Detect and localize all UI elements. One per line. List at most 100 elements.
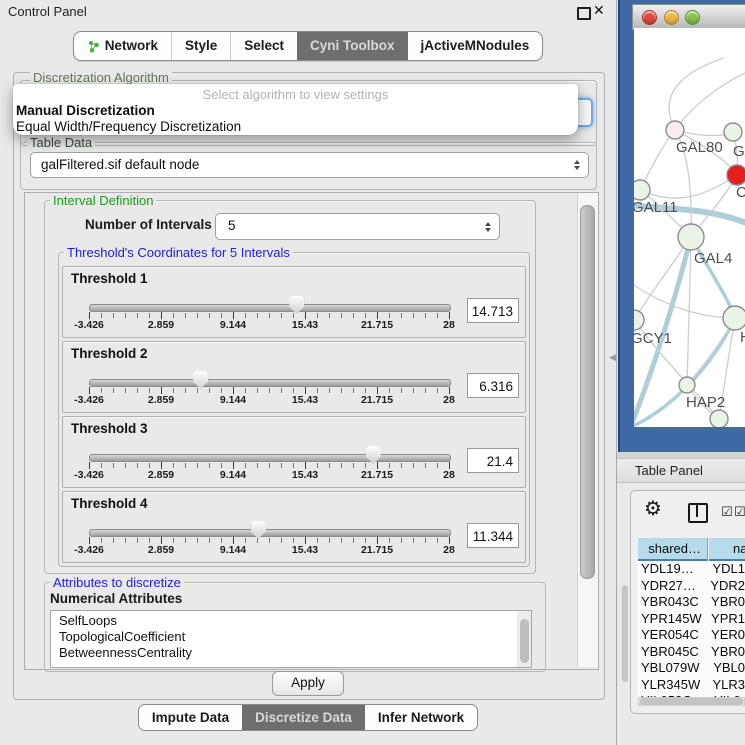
threshold-slider-track[interactable] <box>89 529 451 537</box>
attribute-item[interactable]: SelfLoops <box>59 613 531 629</box>
cell-shared-name[interactable]: YLR345W <box>638 677 707 694</box>
cell-shared-name[interactable]: YER054C <box>638 627 706 644</box>
network-node[interactable] <box>678 224 704 250</box>
network-node-label: GA <box>733 143 745 160</box>
checkbox-icon[interactable]: ☑ <box>734 505 745 518</box>
cell-name[interactable]: YBR0 <box>706 644 745 661</box>
network-canvas[interactable]: GAL80GACGAL11GAL4GCY1HHAP2 <box>634 28 745 427</box>
slider-major-tick <box>305 387 306 394</box>
split-columns-icon[interactable] <box>688 503 708 523</box>
threshold-section: Threshold 4 -3.4262.8599.14415.4321.7152… <box>62 491 526 563</box>
zoom-traffic-light-icon[interactable] <box>685 10 700 25</box>
cell-name[interactable]: YLR3 <box>707 677 745 694</box>
tab-style[interactable]: Style <box>171 32 230 60</box>
slider-major-tick <box>449 387 450 394</box>
splitpane-collapse-arrow-icon[interactable]: ◀ <box>609 352 616 363</box>
threshold-slider-track[interactable] <box>89 304 451 312</box>
tick-label: 21.715 <box>361 319 393 331</box>
float-window-icon[interactable] <box>577 7 591 20</box>
table-row[interactable]: YDR27…YDR2 <box>638 578 745 595</box>
threshold-value-field[interactable]: 6.316 <box>467 373 519 398</box>
threshold-value-field[interactable]: 11.344 <box>467 523 519 548</box>
tick-label: -3.426 <box>74 394 104 406</box>
network-node[interactable] <box>727 165 745 185</box>
network-node[interactable] <box>634 310 644 330</box>
slider-major-tick <box>161 537 162 544</box>
network-node-label: GAL80 <box>676 139 723 156</box>
network-node[interactable] <box>679 377 695 393</box>
close-traffic-light-icon[interactable] <box>642 10 657 25</box>
table-row[interactable]: YPR145WYPR1 <box>638 611 745 628</box>
threshold-value-field[interactable]: 21.4 <box>467 448 519 473</box>
table-data-combobox[interactable]: galFiltered.sif default node <box>30 152 589 178</box>
attributes-scrollbar-thumb[interactable] <box>520 619 529 663</box>
table-row[interactable]: YLR345WYLR3 <box>638 677 745 694</box>
table-row[interactable]: YBR045CYBR0 <box>638 644 745 661</box>
threshold-label: Threshold 3 <box>71 421 148 436</box>
cell-shared-name[interactable]: YDR27… <box>638 578 705 595</box>
slider-major-tick <box>233 462 234 469</box>
tick-label: -3.426 <box>74 544 104 556</box>
cell-name[interactable]: YDR2 <box>705 578 745 595</box>
attribute-item[interactable]: BetweennessCentrality <box>59 645 531 661</box>
cell-name[interactable]: YBL0 <box>708 660 745 677</box>
tick-label: 15.43 <box>292 469 318 481</box>
cell-name[interactable]: YER0 <box>706 627 745 644</box>
table-row[interactable]: YBR043CYBR0 <box>638 594 745 611</box>
apply-button[interactable]: Apply <box>272 671 344 696</box>
table-row[interactable]: YDL19…YDL1 <box>638 561 745 578</box>
network-node[interactable] <box>723 306 745 330</box>
tab-impute-data-label: Impute Data <box>152 705 229 730</box>
algorithm-option-manual[interactable]: Manual Discretization <box>16 103 155 118</box>
threshold-slider-track[interactable] <box>89 454 451 462</box>
threshold-value-field[interactable]: 14.713 <box>467 298 519 323</box>
table-row[interactable]: YBL079WYBL0 <box>638 660 745 677</box>
tab-network[interactable]: Network <box>74 32 171 60</box>
cell-shared-name[interactable]: YBL079W <box>638 660 708 677</box>
cell-name[interactable]: YPR1 <box>706 611 745 628</box>
slider-major-tick <box>89 387 90 394</box>
table-hscrollbar-thumb[interactable] <box>640 698 743 705</box>
num-intervals-value: 5 <box>228 214 236 238</box>
algorithm-option-equal-width[interactable]: Equal Width/Frequency Discretization <box>16 119 241 134</box>
numerical-attributes-list[interactable]: SelfLoopsTopologicalCoefficientBetweenne… <box>50 610 532 668</box>
cell-shared-name[interactable]: YBR043C <box>638 594 706 611</box>
slider-major-tick <box>161 462 162 469</box>
network-node[interactable] <box>666 121 684 139</box>
column-header-shared[interactable]: shared… <box>638 538 708 561</box>
tab-cyni-toolbox[interactable]: Cyni Toolbox <box>297 32 408 60</box>
settings-scrollbar-thumb[interactable] <box>580 205 595 579</box>
threshold-label: Threshold 1 <box>71 271 148 286</box>
tab-discretize-data[interactable]: Discretize Data <box>242 705 365 730</box>
threshold-slider-track[interactable] <box>89 379 451 387</box>
checkbox-icon[interactable]: ☑ <box>721 505 733 518</box>
cell-name[interactable]: YDL1 <box>707 561 745 578</box>
num-intervals-label: Number of Intervals <box>85 217 212 232</box>
num-intervals-spinner[interactable]: 5 <box>215 213 500 240</box>
cell-shared-name[interactable]: YPR145W <box>638 611 706 628</box>
network-node[interactable] <box>724 123 742 141</box>
close-icon[interactable]: ✕ <box>593 2 605 19</box>
threshold-section: Threshold 2 -3.4262.8599.14415.4321.7152… <box>62 341 526 413</box>
column-header-name[interactable]: name <box>709 538 745 561</box>
network-window-titlebar[interactable] <box>632 4 745 30</box>
slider-minor-ticks <box>89 388 450 393</box>
network-node[interactable] <box>634 180 650 200</box>
network-node[interactable] <box>710 410 728 427</box>
cell-shared-name[interactable]: YBR045C <box>638 644 706 661</box>
table-row[interactable]: YER054CYER0 <box>638 627 745 644</box>
interval-definition-label: Interval Definition <box>50 193 156 208</box>
minimize-traffic-light-icon[interactable] <box>664 10 679 25</box>
panel-scrollbar-thumb[interactable] <box>622 585 628 682</box>
gear-icon[interactable]: ⚙ <box>644 499 662 519</box>
slider-major-tick <box>377 387 378 394</box>
tab-select[interactable]: Select <box>230 32 297 60</box>
tab-infer-network[interactable]: Infer Network <box>365 705 477 730</box>
tick-label: 2.859 <box>148 544 174 556</box>
tick-label: 21.715 <box>361 394 393 406</box>
tab-impute-data[interactable]: Impute Data <box>139 705 242 730</box>
attribute-item[interactable]: TopologicalCoefficient <box>59 629 531 645</box>
cell-shared-name[interactable]: YDL19… <box>638 561 707 578</box>
cell-name[interactable]: YBR0 <box>706 594 745 611</box>
tab-jactivemnodules[interactable]: jActiveMNodules <box>408 32 543 60</box>
